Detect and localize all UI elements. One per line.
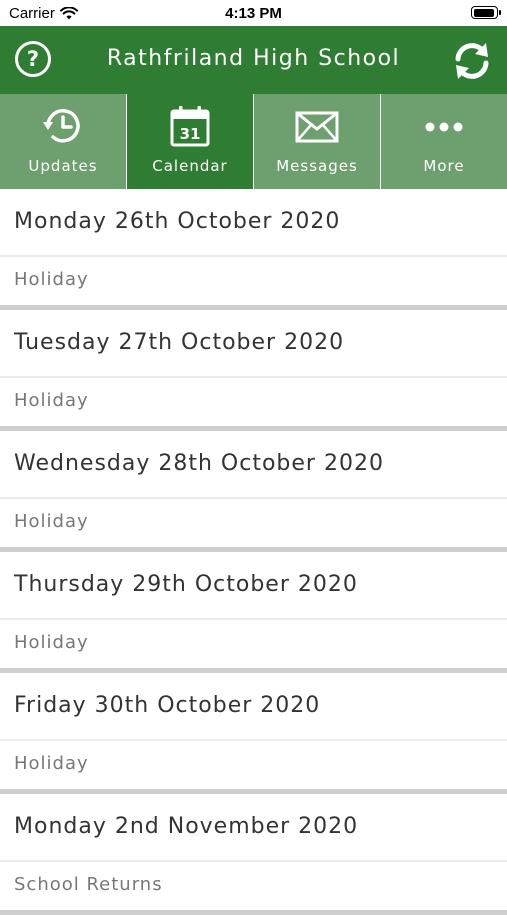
tab-label: More	[423, 157, 465, 175]
tab-calendar[interactable]: 31 Calendar	[127, 94, 254, 189]
tab-updates[interactable]: Updates	[0, 94, 127, 189]
status-bar: Carrier 4:13 PM	[0, 0, 507, 26]
day-title: Monday 26th October 2020	[0, 189, 507, 257]
day-group: Friday 30th October 2020 Holiday	[0, 673, 507, 794]
status-time: 4:13 PM	[225, 5, 282, 22]
calendar-icon: 31	[170, 106, 210, 147]
day-title: Thursday 29th October 2020	[0, 552, 507, 620]
list-item[interactable]: School Returns	[0, 862, 507, 910]
day-group: Monday 26th October 2020 Holiday	[0, 189, 507, 310]
more-dots-icon	[425, 122, 463, 132]
day-group: Thursday 29th October 2020 Holiday	[0, 552, 507, 673]
tab-label: Messages	[276, 157, 358, 175]
calendar-list: Monday 26th October 2020 Holiday Tuesday…	[0, 189, 507, 915]
tab-label: Updates	[28, 157, 98, 175]
page-title: Rathfriland High School	[106, 46, 401, 71]
day-title: Tuesday 27th October 2020	[0, 310, 507, 378]
list-item[interactable]: Holiday	[0, 257, 507, 305]
day-title: Monday 2nd November 2020	[0, 794, 507, 862]
refresh-icon[interactable]	[451, 40, 493, 82]
envelope-icon	[295, 111, 339, 143]
day-title: Friday 30th October 2020	[0, 673, 507, 741]
tab-bar: Updates 31 Calendar Messages More	[0, 94, 507, 189]
day-title: Wednesday 28th October 2020	[0, 431, 507, 499]
day-group: Tuesday 27th October 2020 Holiday	[0, 310, 507, 431]
list-item[interactable]: Holiday	[0, 378, 507, 426]
battery-icon	[471, 6, 501, 19]
app-header: ? Rathfriland High School	[0, 26, 507, 94]
tab-messages[interactable]: Messages	[254, 94, 381, 189]
day-group: Wednesday 28th October 2020 Holiday	[0, 431, 507, 552]
tab-label: Calendar	[152, 157, 228, 175]
list-item[interactable]: Holiday	[0, 620, 507, 668]
clock-refresh-icon	[43, 109, 80, 143]
list-item[interactable]: Holiday	[0, 499, 507, 547]
calendar-date: 31	[180, 125, 201, 143]
day-group: Monday 2nd November 2020 School Returns	[0, 794, 507, 915]
list-item[interactable]: Holiday	[0, 741, 507, 789]
tab-more[interactable]: More	[381, 94, 507, 189]
